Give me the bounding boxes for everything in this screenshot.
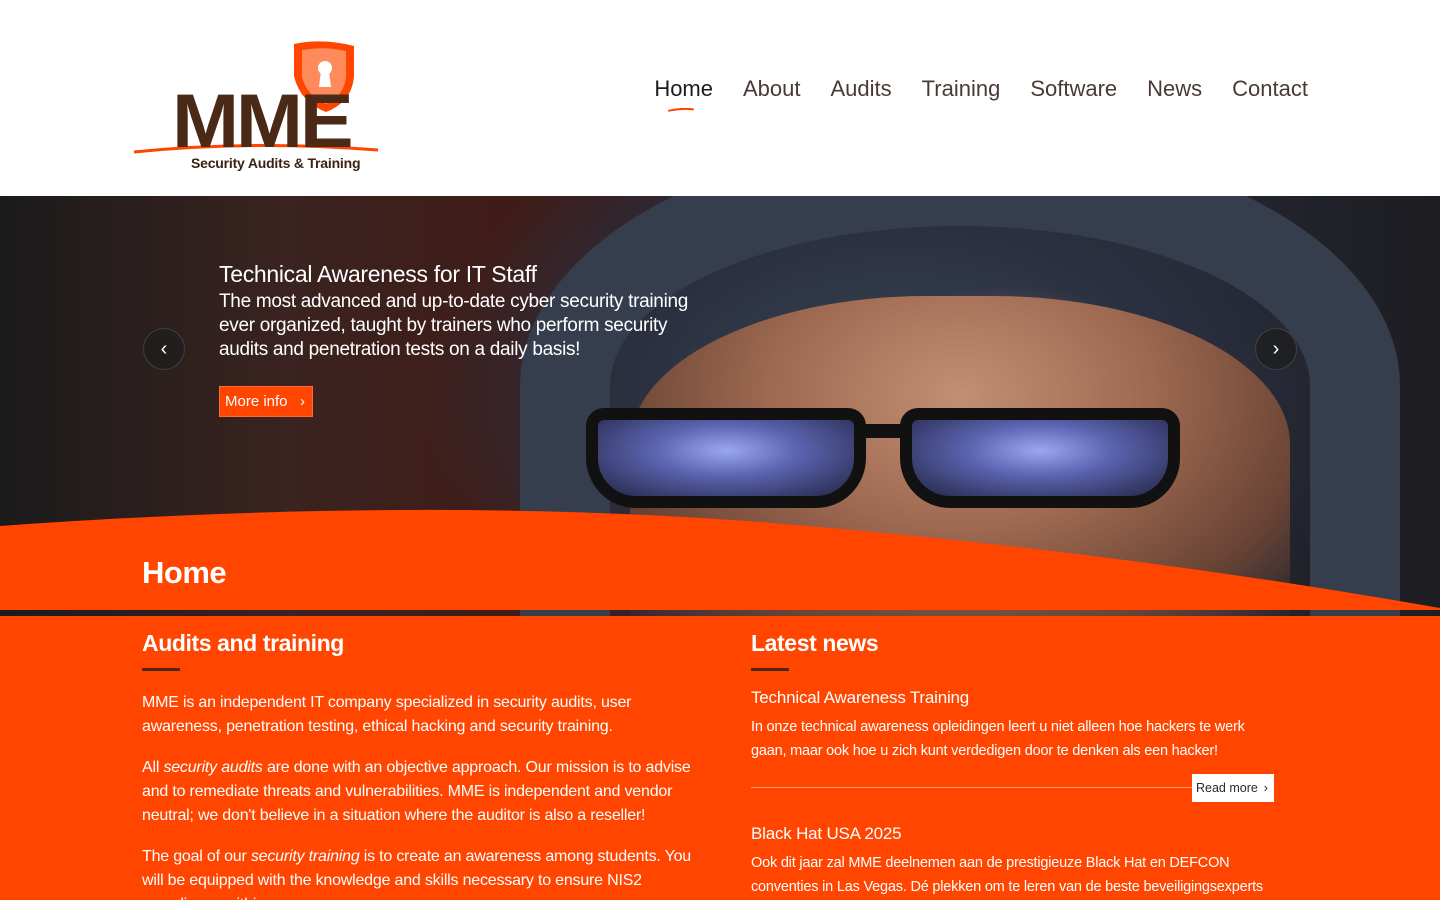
main-nav: Home About Audits Training Software News…	[624, 76, 1308, 112]
heading-underline	[142, 668, 180, 671]
news-excerpt: Ook dit jaar zal MME deelnemen aan de pr…	[751, 855, 1263, 895]
nav-label: News	[1147, 76, 1203, 101]
nav-label: Home	[654, 76, 713, 101]
slide-title: Technical Awareness for IT Staff	[219, 261, 537, 287]
news-title-link[interactable]: Technical Awareness Training	[751, 687, 1274, 709]
site-header: MME Security Audits & Training Home Abou…	[0, 0, 1440, 196]
chevron-left-icon: ‹	[160, 338, 168, 360]
text-fragment: The goal of our	[142, 848, 251, 865]
slider-next-button[interactable]: ›	[1255, 328, 1297, 370]
glasses-lens-right	[900, 408, 1180, 508]
logo-tagline: Security Audits & Training	[191, 155, 361, 171]
more-info-button[interactable]: More info ›	[219, 386, 313, 417]
nav-label: About	[743, 76, 801, 101]
news-title-link[interactable]: Black Hat USA 2025	[751, 823, 1274, 845]
active-underline	[668, 108, 695, 112]
news-item: Black Hat USA 2025 Ook dit jaar zal MME …	[751, 823, 1274, 900]
heading-underline	[751, 668, 789, 671]
glasses-lens-left	[586, 408, 866, 508]
audits-paragraph-2: All security audits are done with an obj…	[142, 756, 692, 828]
glasses-bridge	[860, 424, 910, 438]
news-excerpt: In onze technical awareness opleidingen …	[751, 719, 1245, 759]
logo-wordmark: MME	[172, 79, 354, 164]
chevron-right-icon: ›	[300, 393, 305, 410]
page-title: Home	[142, 555, 227, 590]
audits-section: Audits and training MME is an independen…	[142, 628, 692, 900]
news-heading: Latest news	[751, 630, 879, 656]
nav-item-contact[interactable]: Contact	[1232, 76, 1308, 102]
main-content: Home Audits and training MME is an indep…	[0, 520, 1440, 900]
more-info-label: More info	[225, 393, 288, 410]
nav-item-news[interactable]: News	[1147, 76, 1202, 102]
nav-item-software[interactable]: Software	[1030, 76, 1117, 102]
chevron-right-icon: ›	[1272, 338, 1280, 360]
nav-label: Audits	[830, 76, 892, 101]
news-separator: Read more ›	[751, 763, 1274, 813]
slide-caption: Technical Awareness for IT Staff The mos…	[219, 260, 719, 362]
nav-item-home[interactable]: Home	[654, 76, 713, 112]
read-more-button[interactable]: Read more ›	[1192, 774, 1274, 802]
security-training-link[interactable]: security training	[251, 848, 360, 865]
security-audits-link[interactable]: security audits	[163, 759, 262, 776]
read-more-label: Read more	[1196, 781, 1258, 795]
audits-paragraph-3: The goal of our security training is to …	[142, 845, 692, 900]
mme-logo[interactable]: MME Security Audits & Training	[132, 40, 382, 180]
chevron-right-icon: ›	[1263, 780, 1268, 795]
nav-item-about[interactable]: About	[743, 76, 801, 102]
audits-paragraph-1: MME is an independent IT company special…	[142, 694, 632, 735]
news-section: Latest news Technical Awareness Training…	[751, 628, 1274, 900]
news-item: Technical Awareness Training In onze tec…	[751, 687, 1274, 813]
nav-item-training[interactable]: Training	[922, 76, 1001, 102]
nav-item-audits[interactable]: Audits	[831, 76, 892, 102]
nav-label: Software	[1030, 76, 1118, 101]
nav-label: Training	[921, 76, 1001, 101]
audits-heading: Audits and training	[142, 630, 344, 656]
slider-prev-button[interactable]: ‹	[143, 328, 185, 370]
text-fragment: All	[142, 759, 164, 776]
slide-body: The most advanced and up-to-date cyber s…	[219, 291, 689, 360]
nav-label: Contact	[1232, 76, 1308, 101]
